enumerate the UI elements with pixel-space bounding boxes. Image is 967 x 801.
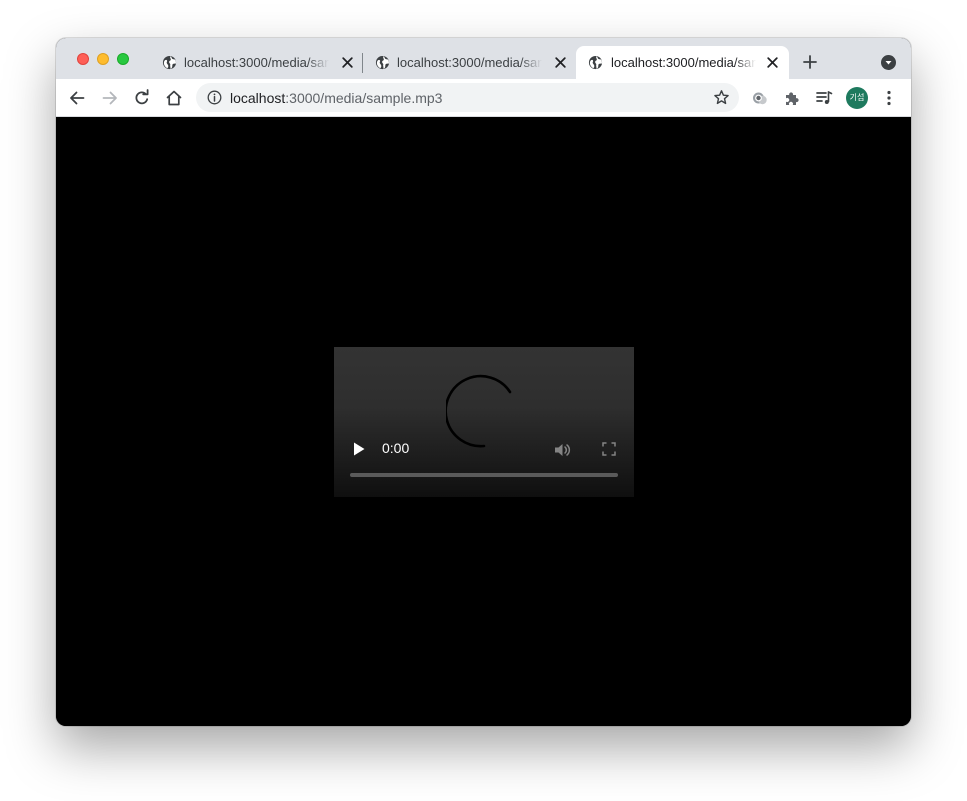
browser-toolbar: localhost:3000/media/sample.mp3 기섭	[56, 79, 911, 117]
globe-icon	[375, 55, 390, 70]
reload-icon[interactable]	[133, 89, 151, 107]
url-text: localhost:3000/media/sample.mp3	[230, 90, 442, 106]
volume-icon[interactable]	[553, 441, 571, 459]
tab-2[interactable]: localhost:3000/media/sample.mp3	[367, 46, 575, 79]
url-host: localhost	[230, 90, 286, 106]
play-icon[interactable]	[352, 441, 366, 457]
zoom-window-button[interactable]	[117, 53, 129, 65]
info-icon[interactable]	[207, 90, 222, 105]
profile-avatar[interactable]: 기섭	[846, 87, 868, 109]
home-icon[interactable]	[165, 89, 183, 107]
media-queue-icon[interactable]	[815, 89, 833, 107]
close-tab-icon[interactable]	[341, 56, 354, 69]
tab-strip: localhost:3000/media/sample.mp3 localhos…	[56, 38, 911, 79]
tab-search-button[interactable]	[881, 55, 896, 70]
kebab-menu-icon[interactable]	[880, 89, 898, 107]
current-time: 0:00	[382, 440, 410, 456]
browser-window: localhost:3000/media/sample.mp3 localhos…	[56, 38, 911, 726]
forward-arrow-icon[interactable]	[101, 89, 119, 107]
close-tab-icon[interactable]	[554, 56, 567, 69]
tab-separator	[362, 53, 363, 73]
media-player[interactable]: 0:00	[334, 347, 634, 497]
url-path: :3000/media/sample.mp3	[285, 90, 443, 106]
fullscreen-icon[interactable]	[602, 442, 616, 456]
page-content: 0:00	[56, 117, 911, 726]
minimize-window-button[interactable]	[97, 53, 109, 65]
chevron-down-icon	[885, 61, 892, 65]
extension-cloud-icon[interactable]	[751, 89, 769, 107]
address-bar[interactable]: localhost:3000/media/sample.mp3	[196, 83, 739, 112]
seek-bar[interactable]	[350, 473, 618, 477]
tab-title: localhost:3000/media/sample.mp3	[611, 55, 756, 70]
close-tab-icon[interactable]	[766, 56, 779, 69]
loading-spinner-icon	[446, 374, 512, 448]
back-arrow-icon[interactable]	[68, 89, 86, 107]
tab-1[interactable]: localhost:3000/media/sample.mp3	[154, 46, 362, 79]
star-icon[interactable]	[713, 89, 730, 106]
tab-title: localhost:3000/media/sample.mp3	[184, 55, 329, 70]
globe-icon	[588, 55, 603, 70]
close-window-button[interactable]	[77, 53, 89, 65]
puzzle-icon[interactable]	[783, 89, 801, 107]
globe-icon	[162, 55, 177, 70]
new-tab-plus-icon[interactable]	[802, 54, 818, 70]
tab-title: localhost:3000/media/sample.mp3	[397, 55, 542, 70]
tab-3-active[interactable]: localhost:3000/media/sample.mp3	[576, 46, 789, 79]
